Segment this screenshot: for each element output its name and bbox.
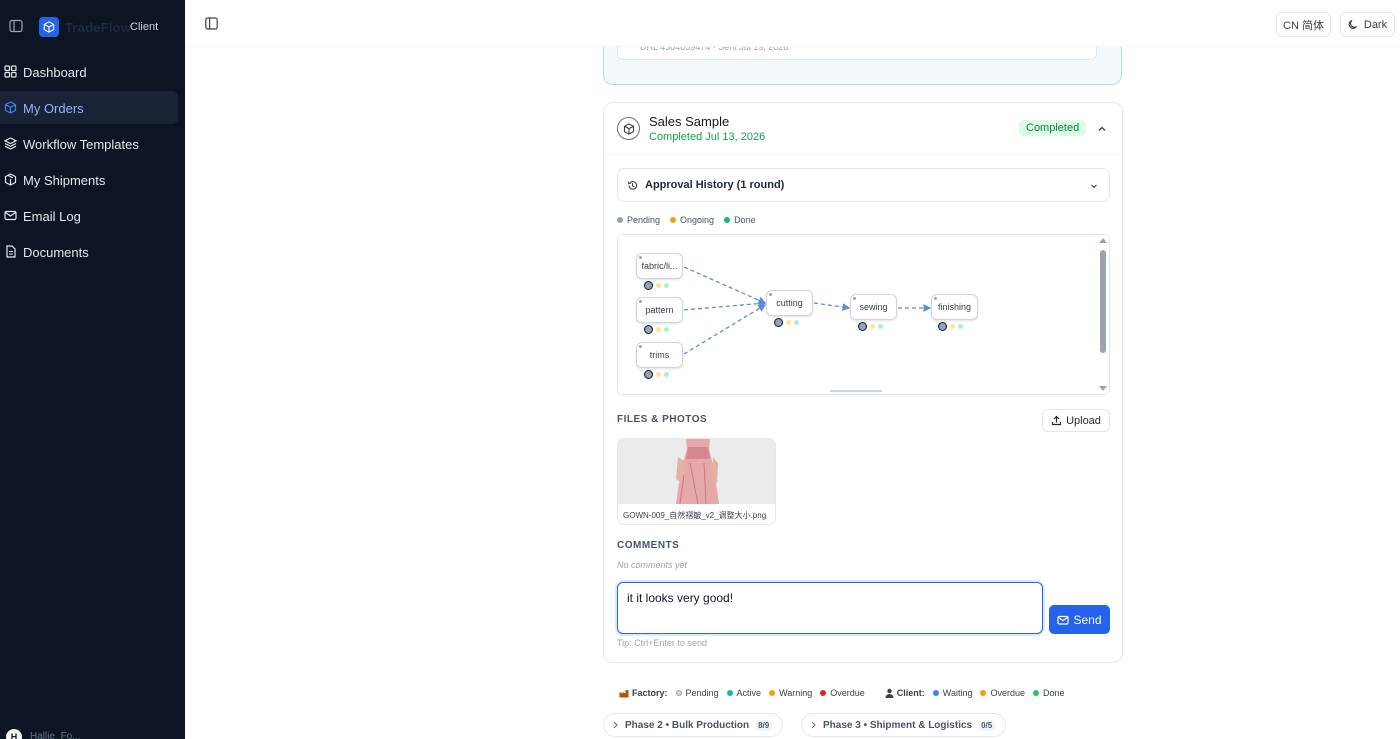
legend-client-overdue: Overdue — [980, 688, 1025, 698]
sidebar-item-label: Dashboard — [23, 65, 87, 80]
phase-count: 0/5 — [978, 719, 996, 731]
dashboard-icon — [4, 65, 17, 78]
sidebar-item-workflow-templates[interactable]: Workflow Templates — [0, 127, 178, 160]
flow-legend: Pending Ongoing Done — [617, 214, 756, 226]
sidebar-item-documents[interactable]: Documents — [0, 235, 178, 268]
status-badge: Completed — [1019, 120, 1087, 136]
flow-node-status — [938, 322, 963, 331]
client-legend-label: Client: — [885, 688, 925, 698]
file-name: GOWN-009_自然褶皺_v2_调整大小.png — [623, 511, 767, 520]
avatar: H — [6, 729, 22, 739]
sidebar-item-label: Workflow Templates — [23, 137, 139, 152]
flow-node-status — [858, 322, 883, 331]
approval-history-toggle[interactable]: Approval History (1 round) — [617, 168, 1110, 202]
stage-title: Sales Sample — [649, 114, 730, 129]
sidebar: TradeFlow Client Dashboard My Orders Wor… — [0, 0, 185, 739]
sidebar-item-label: My Orders — [23, 101, 84, 116]
factory-icon — [619, 690, 629, 698]
approval-history-label: Approval History (1 round) — [645, 179, 785, 191]
legend-factory-pending: Pending — [675, 688, 719, 698]
legend-factory-active: Active — [726, 688, 761, 698]
truck-icon — [4, 173, 17, 186]
stage-header[interactable]: Sales Sample Completed Jul 13, 2026 Comp… — [604, 103, 1122, 155]
flow-node-sewing[interactable]: sewing — [850, 294, 897, 320]
phase-2-toggle[interactable]: Phase 2 • Bulk Production 8/9 — [603, 713, 784, 737]
phase-label: Phase 3 • Shipment & Logistics — [823, 719, 973, 731]
flow-node-cutting[interactable]: cutting — [766, 290, 813, 316]
history-icon — [627, 181, 638, 190]
brand-name: TradeFlow — [65, 20, 132, 35]
flow-node-trims[interactable]: trims — [636, 342, 683, 368]
document-icon — [6, 245, 16, 258]
phase-3-toggle[interactable]: Phase 3 • Shipment & Logistics 0/5 — [801, 713, 1007, 737]
sidebar-nav: Dashboard My Orders Workflow Templates M… — [0, 55, 185, 271]
theme-label: Dark — [1363, 18, 1388, 31]
chevron-right-icon — [613, 721, 618, 729]
sidebar-header: TradeFlow Client — [0, 14, 185, 40]
sidebar-item-label: My Shipments — [23, 173, 106, 188]
send-tip: Tip: Ctrl+Enter to send — [617, 638, 707, 648]
language-button[interactable]: CN 简体 — [1276, 12, 1331, 37]
previous-stage-card: DHL 4584059474 · Sent Jul 19, 2026 — [603, 47, 1122, 85]
panel-toggle-icon[interactable] — [205, 17, 218, 30]
sidebar-item-label: Email Log — [23, 209, 81, 224]
no-comments-text: No comments yet — [617, 560, 688, 570]
moon-icon — [1348, 19, 1357, 29]
layers-icon — [4, 137, 17, 150]
sidebar-toggle-icon[interactable] — [9, 19, 23, 33]
comment-input[interactable]: it it looks very good! — [617, 582, 1043, 634]
orders-icon — [4, 101, 17, 114]
theme-toggle-button[interactable]: Dark — [1340, 12, 1395, 37]
sidebar-item-email-log[interactable]: Email Log — [0, 199, 178, 232]
role-label: Client — [130, 21, 159, 33]
legend-ongoing: Ongoing — [670, 214, 714, 226]
gown-photo-image — [618, 439, 775, 505]
chevron-down-icon — [1091, 184, 1097, 189]
factory-legend-label: Factory: — [619, 688, 668, 698]
previous-stage-info: DHL 4584059474 · Sent Jul 19, 2026 — [617, 47, 1097, 60]
phase-count: 8/9 — [755, 719, 773, 731]
status-legend: Factory: Pending Active Warning Overdue … — [613, 686, 1065, 700]
legend-factory-warning: Warning — [769, 688, 812, 698]
file-thumbnail-card[interactable]: GOWN-009_自然褶皺_v2_调整大小.png — [617, 438, 776, 525]
user-name: Hallie_Fo... — [30, 731, 81, 739]
sidebar-item-my-orders[interactable]: My Orders — [0, 91, 178, 124]
flow-node-fabric[interactable]: fabric/li... — [636, 253, 683, 279]
legend-pending: Pending — [617, 214, 660, 226]
files-section-label: FILES & PHOTOS — [617, 414, 708, 425]
user-profile[interactable]: H Hallie_Fo... — [6, 729, 186, 739]
sidebar-item-my-shipments[interactable]: My Shipments — [0, 163, 178, 196]
comments-section-label: COMMENTS — [617, 540, 680, 551]
send-button[interactable]: Send — [1049, 605, 1110, 634]
sidebar-item-dashboard[interactable]: Dashboard — [0, 55, 178, 88]
legend-client-waiting: Waiting — [932, 688, 972, 698]
stage-completed-date: Completed Jul 13, 2026 — [649, 131, 766, 143]
horizontal-scrollbar[interactable] — [830, 390, 882, 392]
stage-card: Sales Sample Completed Jul 13, 2026 Comp… — [603, 102, 1123, 663]
legend-done: Done — [724, 214, 756, 226]
upload-button[interactable]: Upload — [1042, 409, 1110, 432]
flow-node-pattern[interactable]: pattern — [636, 297, 683, 323]
mail-icon — [4, 210, 17, 221]
flow-node-finishing[interactable]: finishing — [931, 294, 978, 320]
phase-label: Phase 2 • Bulk Production — [625, 719, 750, 731]
flow-node-status — [774, 318, 799, 327]
flow-node-status — [644, 281, 669, 290]
sidebar-item-label: Documents — [23, 245, 89, 260]
flow-node-status — [644, 325, 669, 334]
vertical-scrollbar[interactable] — [1100, 250, 1106, 353]
person-icon — [885, 688, 894, 698]
legend-factory-overdue: Overdue — [820, 688, 865, 698]
chevron-up-icon[interactable] — [1097, 124, 1107, 134]
topbar: CN 简体 Dark — [185, 0, 1400, 47]
package-icon — [617, 117, 640, 140]
legend-client-done: Done — [1033, 688, 1065, 698]
logo-icon — [39, 17, 59, 37]
flow-node-status — [644, 370, 669, 379]
upload-icon — [1051, 415, 1062, 426]
workflow-diagram[interactable]: fabric/li... pattern trims cutting sewin… — [617, 234, 1110, 395]
chevron-right-icon — [811, 721, 816, 729]
mail-icon — [1057, 615, 1070, 625]
